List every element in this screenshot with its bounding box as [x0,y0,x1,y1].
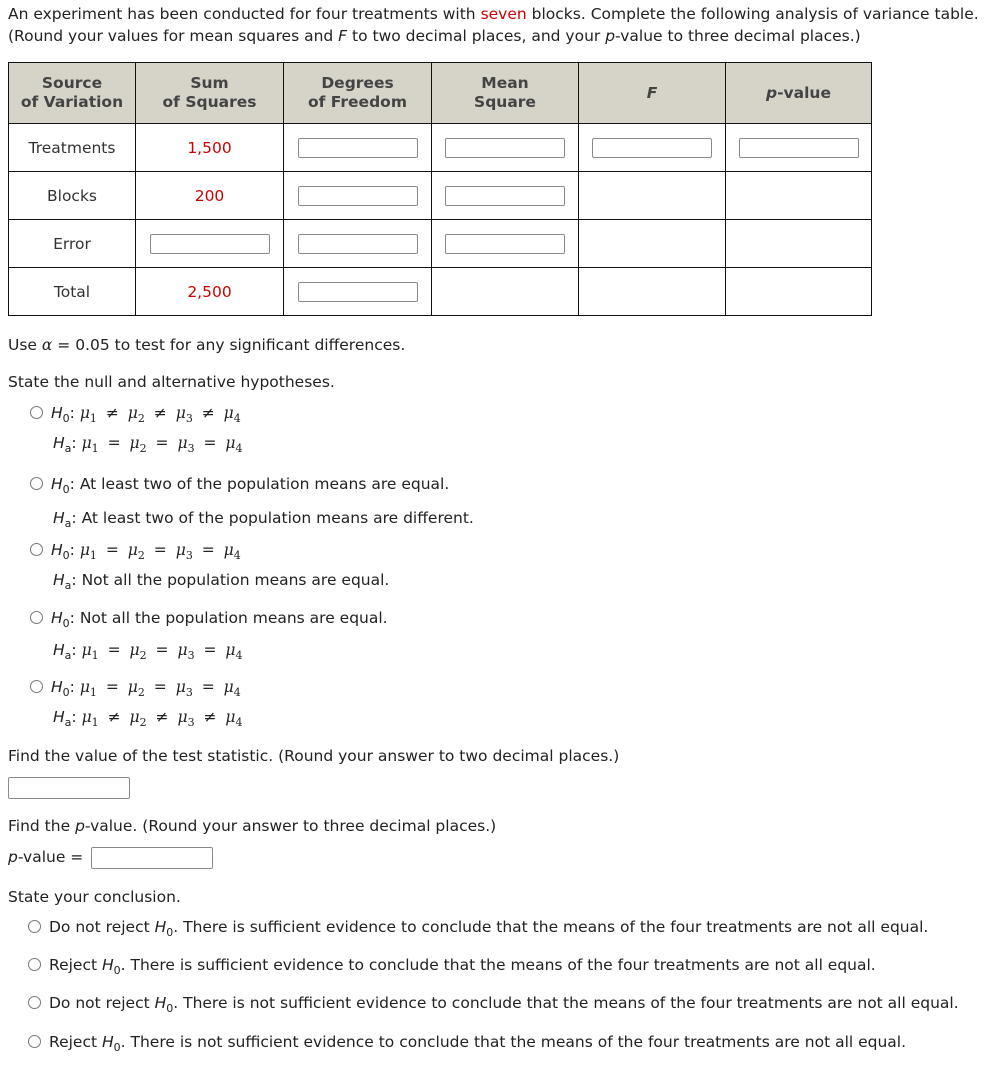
radio-button[interactable] [28,1035,41,1048]
hypothesis-option-1[interactable]: H0: μ1 ≠ μ2 ≠ μ3 ≠ μ4 Ha: μ1 = μ2 = μ3 =… [30,401,243,461]
p-value-label: p-value = [8,848,84,866]
error-ss-input[interactable] [149,233,270,254]
hypotheses-prompt: State the null and alternative hypothese… [8,373,335,391]
intro-line-1: An experiment has been conducted for fou… [8,5,979,23]
treatments-source-label: Treatments [8,123,136,172]
header-f: F [578,62,726,124]
alpha-symbol: α [41,336,53,354]
header-degrees-of-freedom: Degrees of Freedom [283,62,432,124]
total-ss-value: 2,500 [135,267,284,316]
row-treatments: Treatments 1,500 [8,123,872,172]
hypothesis-option-3[interactable]: H0: μ1 = μ2 = μ3 = μ4 Ha: Not all the po… [30,538,389,598]
total-ms-empty-cell [431,267,579,316]
total-p-empty-cell [725,267,872,316]
row-total: Total 2,500 [8,267,872,316]
radio-button[interactable] [28,920,41,933]
ha-text: At least two of the population means are… [81,509,474,527]
h0-text: μ1 = μ2 = μ3 = μ4 [79,541,241,562]
ha-text: μ1 = μ2 = μ3 = μ4 [81,641,243,662]
row-blocks: Blocks 200 [8,171,872,220]
hypothesis-option-5[interactable]: H0: μ1 = μ2 = μ3 = μ4 Ha: μ1 ≠ μ2 ≠ μ3 ≠… [30,675,243,735]
intro-line-2: (Round your values for mean squares and … [8,27,861,45]
treatments-ss-value: 1,500 [135,123,284,172]
total-source-label: Total [8,267,136,316]
blocks-f-empty-cell [578,171,726,220]
error-f-empty-cell [578,219,726,268]
blocks-count-highlight: seven [480,5,527,23]
h0-text: μ1 ≠ μ2 ≠ μ3 ≠ μ4 [79,404,241,425]
error-ms-input[interactable] [445,233,565,254]
alpha-instruction: Use α = 0.05 to test for any significant… [8,336,406,354]
treatments-p-value-input[interactable] [738,137,859,158]
question-intro: An experiment has been conducted for fou… [8,3,979,47]
p-value-input[interactable] [91,847,213,869]
total-df-input[interactable] [297,281,418,302]
blocks-df-input[interactable] [297,185,418,206]
conclusion-option-4[interactable]: Reject H0. There is not sufficient evide… [28,1033,906,1054]
anova-header-row: Source of Variation Sum of Squares Degrees… [8,62,872,124]
test-statistic-prompt: Find the value of the test statistic. (R… [8,747,620,765]
ha-text: Not all the population means are equal. [81,571,390,589]
treatments-ms-input[interactable] [445,137,565,158]
ha-text: μ1 ≠ μ2 ≠ μ3 ≠ μ4 [81,708,243,729]
ha-text: μ1 = μ2 = μ3 = μ4 [81,434,243,455]
error-df-input[interactable] [297,233,418,254]
radio-button[interactable] [28,996,41,1009]
blocks-source-label: Blocks [8,171,136,220]
header-p-value: p-value [725,62,872,124]
p-value-prompt: Find the p-value. (Round your answer to … [8,817,497,835]
radio-button[interactable] [30,611,43,624]
blocks-p-empty-cell [725,171,872,220]
anova-table: Source of Variation Sum of Squares Degrees… [8,62,872,316]
radio-button[interactable] [28,958,41,971]
conclusion-option-3[interactable]: Do not reject H0. There is not sufficien… [28,994,959,1015]
treatments-f-input[interactable] [592,137,712,158]
header-source: Source of Variation [8,62,136,124]
radio-button[interactable] [30,680,43,693]
treatments-df-input[interactable] [297,137,418,158]
row-error: Error [8,219,872,268]
conclusion-option-2[interactable]: Reject H0. There is sufficient evidence … [28,956,876,977]
radio-button[interactable] [30,406,43,419]
hypothesis-option-2[interactable]: H0: At least two of the population means… [30,470,474,538]
blocks-ss-value: 200 [135,171,284,220]
test-statistic-input[interactable] [8,777,130,799]
radio-button[interactable] [30,477,43,490]
header-mean-square: Mean Square [431,62,579,124]
h0-text: Not all the population means are equal. [79,609,388,627]
conclusion-option-1[interactable]: Do not reject H0. There is sufficient ev… [28,918,928,939]
h0-text: μ1 = μ2 = μ3 = μ4 [79,678,241,699]
radio-button[interactable] [30,543,43,556]
hypothesis-option-4[interactable]: H0: Not all the population means are equ… [30,605,388,669]
blocks-ms-input[interactable] [445,185,565,206]
conclusion-prompt: State your conclusion. [8,888,181,906]
header-sum-of-squares: Sum of Squares [135,62,284,124]
error-source-label: Error [8,219,136,268]
error-p-empty-cell [725,219,872,268]
total-f-empty-cell [578,267,726,316]
h0-text: At least two of the population means are… [79,475,450,493]
